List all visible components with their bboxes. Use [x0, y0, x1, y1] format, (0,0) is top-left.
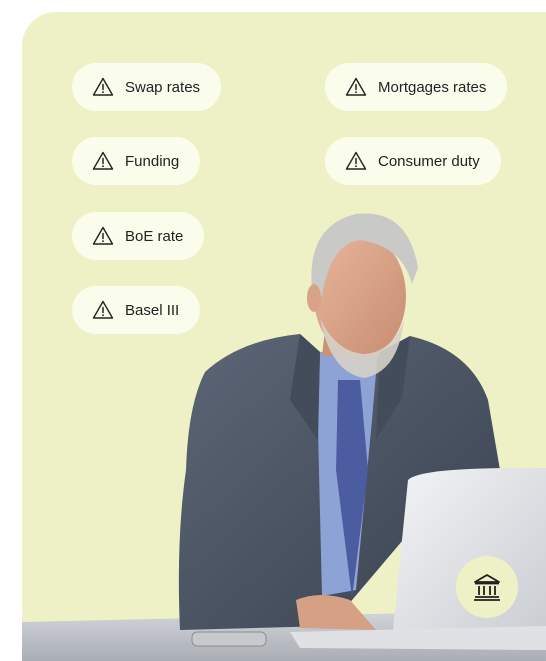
bank-badge — [456, 556, 518, 618]
warning-icon — [92, 77, 114, 96]
alert-chip-funding[interactable]: Funding — [72, 137, 201, 185]
warning-icon — [92, 300, 114, 319]
alert-label: Mortgages rates — [378, 78, 487, 96]
alert-label: Swap rates — [125, 78, 201, 96]
alert-chip-mortgages-rates[interactable]: Mortgages rates — [325, 63, 508, 111]
alert-chip-consumer-duty[interactable]: Consumer duty — [325, 137, 501, 185]
warning-icon — [92, 151, 114, 170]
alert-label: BoE rate — [125, 227, 184, 245]
laptop — [392, 468, 546, 640]
phone — [191, 631, 267, 647]
warning-icon — [345, 77, 367, 96]
left-hand — [296, 595, 376, 630]
warning-icon — [345, 151, 367, 170]
bank-icon — [474, 574, 500, 601]
alert-chip-swap-rates[interactable]: Swap rates — [72, 63, 222, 111]
alert-chip-basel-iii[interactable]: Basel III — [72, 286, 201, 334]
alert-chip-boe-rate[interactable]: BoE rate — [72, 212, 205, 260]
alert-label: Funding — [125, 152, 180, 170]
alert-label: Consumer duty — [378, 152, 480, 170]
warning-icon — [92, 226, 114, 245]
alert-label: Basel III — [125, 301, 180, 319]
